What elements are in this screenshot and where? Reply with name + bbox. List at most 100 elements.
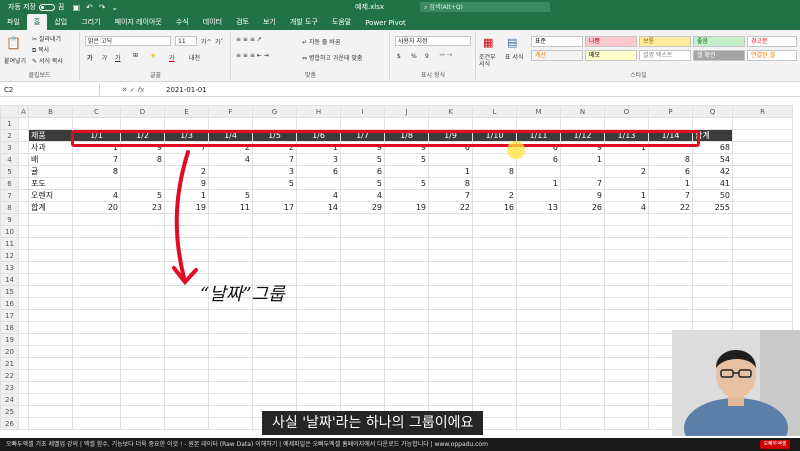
cell-value[interactable] [560,393,605,406]
cell-value[interactable] [384,309,429,322]
cell-value[interactable]: 2 [604,165,649,178]
cell-value[interactable] [72,297,121,310]
cell-value[interactable] [516,309,561,322]
cell-value[interactable] [340,273,385,286]
bold-button[interactable]: 가 [87,53,93,62]
cell-value[interactable] [648,297,693,310]
cell-value[interactable] [384,333,429,346]
cell-value[interactable] [252,309,297,322]
style-normal[interactable]: 표준 [531,36,583,47]
column-header-i[interactable]: I [340,105,385,118]
cell-value[interactable] [604,225,649,238]
cell-value[interactable] [72,285,121,298]
row-header[interactable]: 7 [0,189,19,202]
cell[interactable] [18,297,29,310]
style-check-cell[interactable]: 셀 확인 [693,50,745,61]
cell-total[interactable] [692,309,733,322]
cell-value[interactable] [560,165,605,178]
cell-value[interactable] [120,249,165,262]
cell[interactable] [18,333,29,346]
cell[interactable] [18,141,29,154]
tab-view[interactable]: 보기 [256,17,283,30]
cell-value[interactable]: 4 [604,201,649,214]
cell-value[interactable] [340,261,385,274]
row-header[interactable]: 11 [0,237,19,250]
column-header-l[interactable]: L [472,105,517,118]
cell-value[interactable] [72,393,121,406]
cell-label[interactable] [28,285,73,298]
style-note[interactable]: 메모 [585,50,637,61]
style-neutral[interactable]: 보통 [639,36,691,47]
cell-value[interactable] [208,165,253,178]
cell-value[interactable] [560,345,605,358]
cell-value[interactable] [560,261,605,274]
search-input[interactable]: ⌕ 검색(Alt+Q) [420,2,550,12]
cell-value[interactable]: 29 [340,201,385,214]
underline-button[interactable]: 가 [115,53,121,62]
column-header-b[interactable]: B [28,105,73,118]
cell-value[interactable] [560,405,605,418]
table-format-button[interactable]: 표 서식 [505,54,525,61]
shrink-font-button[interactable]: 가ˇ [215,37,224,46]
cell-total[interactable] [692,237,733,250]
cell-label[interactable] [28,237,73,250]
cell-value[interactable]: 8 [120,153,165,166]
cell-value[interactable] [120,381,165,394]
cell[interactable] [18,225,29,238]
cell-total[interactable]: 255 [692,201,733,214]
cell-value[interactable] [252,237,297,250]
cell-value[interactable]: 3 [252,165,297,178]
cell-value[interactable]: 2 [472,189,517,202]
cell-label[interactable] [28,213,73,226]
cell-value[interactable]: 7 [428,189,473,202]
row-header[interactable]: 15 [0,285,19,298]
cell-value[interactable] [428,285,473,298]
cell-value[interactable] [340,117,385,130]
tab-file[interactable]: 파일 [0,17,27,30]
cell-value[interactable] [296,321,341,334]
style-warning[interactable]: 경고문 [747,36,797,47]
cell-value[interactable] [296,357,341,370]
cell-value[interactable] [516,297,561,310]
tab-developer[interactable]: 개발 도구 [283,17,325,30]
cell-value[interactable]: 8 [648,153,693,166]
cell-value[interactable] [72,405,121,418]
cell-value[interactable]: 4 [72,189,121,202]
cell-value[interactable] [208,177,253,190]
cell[interactable] [18,357,29,370]
cell[interactable] [18,345,29,358]
cell[interactable] [18,381,29,394]
cell-value[interactable]: 13 [516,201,561,214]
cell[interactable] [732,141,793,154]
cell-value[interactable] [472,345,517,358]
style-explanatory[interactable]: 설명 텍스트 [639,50,691,61]
cell-value[interactable] [252,357,297,370]
cell-value[interactable] [120,273,165,286]
row-header[interactable]: 12 [0,249,19,262]
cell-value[interactable] [208,321,253,334]
cell-value[interactable]: 17 [252,201,297,214]
cell-value[interactable]: 3 [296,153,341,166]
cell-value[interactable] [472,117,517,130]
cell-value[interactable] [516,417,561,430]
conditional-format-icon[interactable]: ▦ [483,36,493,49]
cell-value[interactable] [648,237,693,250]
align-left-icon[interactable]: ≡ ≡ ≡ ⇤ ⇥ [236,52,269,59]
cell-value[interactable] [208,417,253,430]
cell-value[interactable]: 22 [648,201,693,214]
cell-value[interactable] [72,369,121,382]
phonetic-button[interactable]: 내천 [189,53,200,62]
cell-value[interactable]: 7 [252,153,297,166]
cell-value[interactable]: 20 [72,201,121,214]
column-header-k[interactable]: K [428,105,473,118]
cell-value[interactable] [516,393,561,406]
comma-button[interactable]: 9 [425,53,429,60]
cell-value[interactable] [208,309,253,322]
cell-value[interactable] [384,237,429,250]
cell[interactable] [732,237,793,250]
cell-value[interactable] [164,345,209,358]
cell-value[interactable] [296,393,341,406]
cell[interactable] [18,165,29,178]
cell-value[interactable]: 5 [252,177,297,190]
column-header-c[interactable]: C [72,105,121,118]
